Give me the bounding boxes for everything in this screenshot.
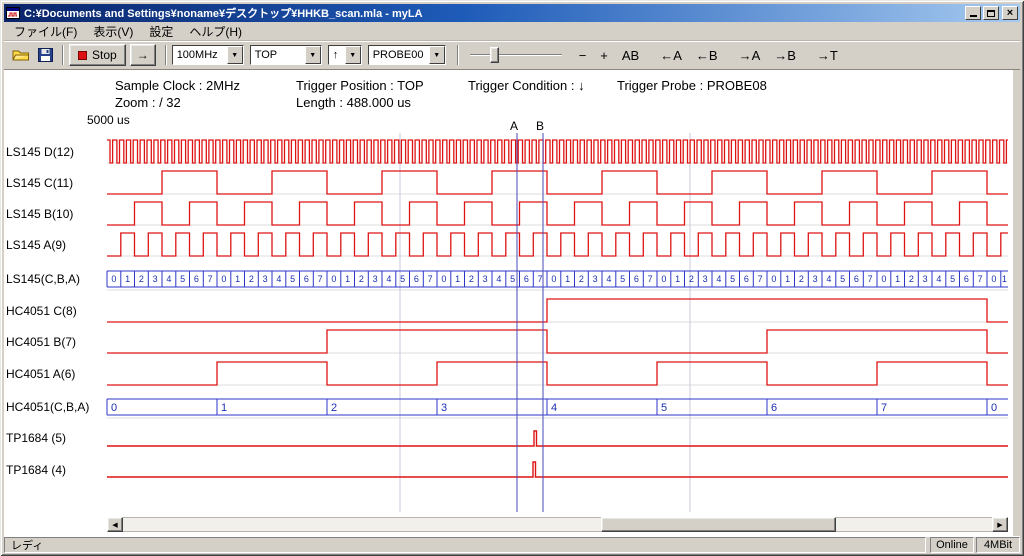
toolbar-separator: [62, 45, 64, 65]
trigger-position-select[interactable]: TOP ▼: [250, 45, 322, 65]
menu-bar: ファイル(F) 表示(V) 設定 ヘルプ(H): [4, 23, 1020, 40]
channel-label-10: TP1684 (4): [6, 463, 66, 477]
close-button[interactable]: ×: [1002, 6, 1018, 20]
save-floppy-icon: [38, 48, 53, 62]
status-memory: 4MBit: [976, 537, 1020, 553]
save-button[interactable]: [33, 43, 57, 67]
dropdown-arrow-icon[interactable]: ▼: [305, 46, 321, 64]
channel-label-3: LS145 A(9): [6, 238, 66, 252]
scroll-right-button[interactable]: ▶: [992, 517, 1008, 532]
minimize-icon: [970, 9, 977, 17]
sample-clock-select[interactable]: 100MHz ▼: [172, 45, 244, 65]
run-arrow-icon: →: [137, 48, 149, 62]
toolbar-separator: [457, 45, 459, 65]
slider-thumb[interactable]: [490, 47, 499, 63]
menu-settings[interactable]: 設定: [141, 22, 181, 41]
minimize-button[interactable]: [965, 6, 981, 20]
toolbar-separator: [165, 45, 167, 65]
jump-right-b-button[interactable]: →B: [774, 48, 796, 63]
channel-label-6: HC4051 B(7): [6, 335, 76, 349]
channel-label-8: HC4051(C,B,A): [6, 400, 89, 414]
status-online: Online: [930, 537, 974, 553]
zoom-in-button[interactable]: +: [600, 48, 608, 63]
menu-file[interactable]: ファイル(F): [6, 22, 85, 41]
jump-right-a-button[interactable]: →A: [739, 48, 761, 63]
stop-icon: [78, 51, 87, 60]
stop-label: Stop: [92, 48, 117, 62]
ab-range-button[interactable]: AB: [622, 48, 639, 63]
channel-label-9: TP1684 (5): [6, 431, 66, 445]
zoom-info: Zoom : / 32: [115, 95, 181, 110]
slider-track: [470, 54, 562, 56]
channel-label-4: LS145(C,B,A): [6, 272, 80, 286]
open-folder-icon: [12, 48, 30, 62]
sample-clock-info: Sample Clock : 2MHz: [115, 78, 240, 93]
trigger-probe-info: Trigger Probe : PROBE08: [617, 78, 767, 93]
jump-left-b-button[interactable]: ←B: [696, 48, 718, 63]
channel-label-0: LS145 D(12): [6, 145, 74, 159]
status-message: レディ: [4, 537, 926, 553]
sample-clock-value: 100MHz: [173, 46, 227, 64]
status-bar: レディ Online 4MBit: [4, 536, 1020, 553]
channel-label-1: LS145 C(11): [6, 176, 73, 190]
toolbar: Stop → 100MHz ▼ TOP ▼ ↑ ▼ PROBE00 ▼ − + …: [4, 40, 1020, 70]
maximize-button[interactable]: [983, 6, 999, 20]
jump-left-a-button[interactable]: ←A: [660, 48, 682, 63]
time-division-label: 5000 us: [87, 113, 130, 127]
trigger-condition-info: Trigger Condition : ↓: [468, 78, 585, 93]
trigger-position-value: TOP: [251, 46, 305, 64]
dropdown-arrow-icon[interactable]: ▼: [227, 46, 243, 64]
window-title: C:¥Documents and Settings¥noname¥デスクトップ¥…: [24, 5, 963, 21]
title-bar: C:¥Documents and Settings¥noname¥デスクトップ¥…: [4, 4, 1020, 22]
channel-label-7: HC4051 A(6): [6, 367, 75, 381]
channel-label-5: HC4051 C(8): [6, 304, 77, 318]
close-icon: ×: [1007, 8, 1013, 19]
trigger-edge-value: ↑: [329, 46, 345, 64]
zoom-out-button[interactable]: −: [579, 48, 587, 63]
trigger-edge-select[interactable]: ↑ ▼: [328, 45, 362, 65]
trigger-position-info: Trigger Position : TOP: [296, 78, 424, 93]
open-button[interactable]: [9, 43, 33, 67]
trigger-probe-value: PROBE00: [369, 46, 429, 64]
zoom-slider[interactable]: [470, 45, 562, 65]
channel-label-2: LS145 B(10): [6, 207, 73, 221]
waveform-panel: [4, 70, 1013, 536]
menu-help[interactable]: ヘルプ(H): [181, 22, 250, 41]
dropdown-arrow-icon[interactable]: ▼: [429, 46, 445, 64]
run-button[interactable]: →: [130, 44, 156, 66]
jump-trigger-button[interactable]: →T: [817, 48, 838, 63]
scroll-thumb[interactable]: [601, 517, 836, 532]
app-icon: [6, 6, 20, 20]
stop-button[interactable]: Stop: [69, 44, 126, 66]
menu-view[interactable]: 表示(V): [85, 22, 141, 41]
scroll-left-button[interactable]: ◀: [107, 517, 123, 532]
trigger-probe-select[interactable]: PROBE00 ▼: [368, 45, 446, 65]
maximize-icon: [987, 10, 995, 17]
length-info: Length : 488.000 us: [296, 95, 411, 110]
horizontal-scrollbar[interactable]: ◀ ▶: [107, 517, 1008, 532]
dropdown-arrow-icon[interactable]: ▼: [345, 46, 361, 64]
app-window: { "window": { "title": "C:¥Documents and…: [0, 0, 1024, 556]
